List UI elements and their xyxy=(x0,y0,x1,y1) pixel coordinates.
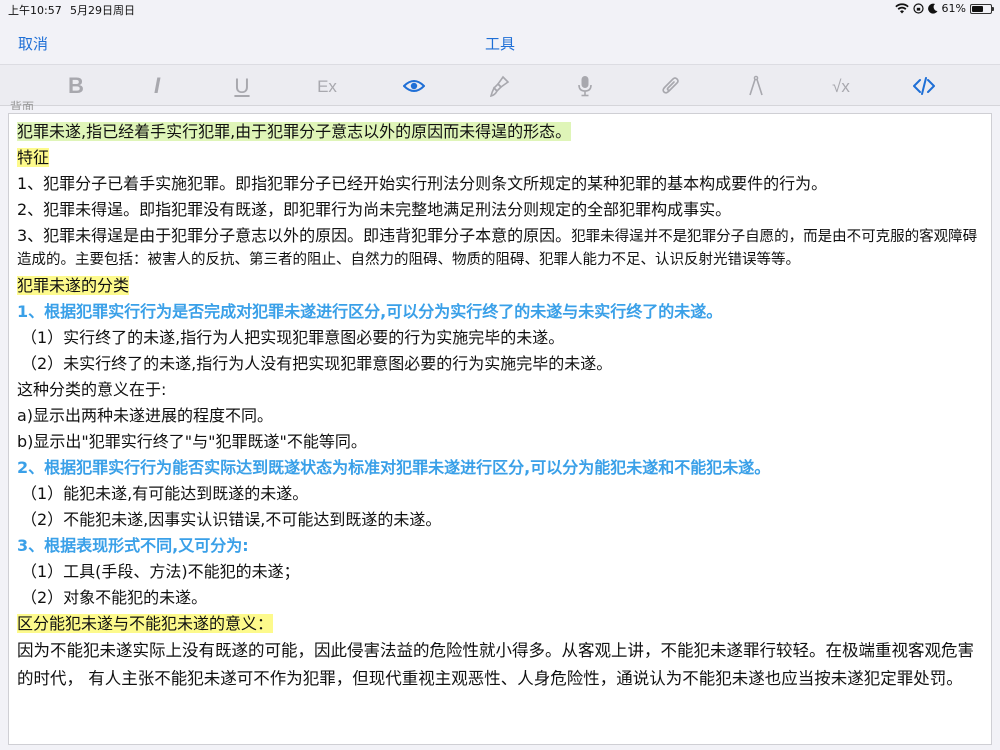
status-bar: 上午10:57 5月29日周日 61% xyxy=(0,0,1000,20)
distinction-paragraph: 因为不能犯未遂实际上没有既遂的可能，因此侵害法益的危险性就小得多。从客观上讲，不… xyxy=(17,641,974,688)
italic-icon: I xyxy=(153,73,161,98)
format-toolbar: B I U Ex √x xyxy=(0,64,1000,106)
class-2-item-2: （2）不能犯未遂,因事实认识错误,不可能达到既遂的未遂。 xyxy=(21,510,442,529)
status-time: 上午10:57 xyxy=(8,4,62,17)
status-date: 5月29日周日 xyxy=(70,4,135,17)
significance-a: a)显示出两种未遂进展的程度不同。 xyxy=(17,406,274,425)
sqrt-icon: √x xyxy=(832,76,850,96)
bold-button[interactable]: B xyxy=(56,71,96,101)
class-2-item-1: （1）能犯未遂,有可能达到既遂的未遂。 xyxy=(21,484,309,503)
class-3-heading: 3、根据表现形式不同,又可分为: xyxy=(17,536,249,555)
preview-button[interactable] xyxy=(394,71,434,101)
class-3-item-2: （2）对象不能犯的未遂。 xyxy=(21,588,208,607)
significance-b: b)显示出"犯罪实行终了"与"犯罪既遂"不能等同。 xyxy=(17,432,367,451)
card-side-label: 背面 xyxy=(10,100,35,110)
battery-icon xyxy=(970,3,994,14)
compass-button[interactable] xyxy=(736,71,776,101)
italic-button[interactable]: I xyxy=(137,71,177,101)
battery-percent: 61% xyxy=(941,2,966,15)
moon-icon xyxy=(927,3,938,14)
clear-format-button[interactable]: Ex xyxy=(307,71,347,101)
features-heading-line: 特征 xyxy=(17,145,983,171)
tools-button[interactable]: 工具 xyxy=(485,35,515,53)
brush-icon xyxy=(490,75,510,97)
attachment-button[interactable] xyxy=(651,71,691,101)
feature-3-lead: 3、犯罪未得逞是由于犯罪分子意志以外的原因。即违背犯罪分子本意的原因。 xyxy=(17,226,572,245)
underline-button[interactable]: U xyxy=(222,71,262,101)
class-1-heading: 1、根据犯罪实行行为是否完成对犯罪未遂进行区分,可以分为实行终了的未遂与未实行终… xyxy=(17,302,723,321)
paperclip-icon xyxy=(662,77,679,94)
microphone-button[interactable] xyxy=(565,71,605,101)
status-indicators: 61% xyxy=(894,2,994,15)
class-3-item-1: （1）工具(手段、方法)不能犯的未遂； xyxy=(21,562,300,581)
distinction-heading-line: 区分能犯未遂与不能犯未遂的意义： xyxy=(17,611,983,637)
math-button[interactable]: √x xyxy=(821,71,861,101)
feature-2: 2、犯罪未得逞。即指犯罪没有既遂，即犯罪行为尚未完整地满足刑法分则规定的全部犯罪… xyxy=(17,200,732,219)
code-button[interactable] xyxy=(904,71,944,101)
underline-icon: U xyxy=(234,74,250,98)
compass-icon xyxy=(749,75,763,96)
cancel-button[interactable]: 取消 xyxy=(18,33,48,54)
definition-text: 犯罪未遂,指已经着手实行犯罪,由于犯罪分子意志以外的原因而未得逞的形态。 xyxy=(17,122,572,141)
classification-heading: 犯罪未遂的分类 xyxy=(17,276,130,295)
microphone-icon xyxy=(578,76,592,97)
definition-line: 犯罪未遂,指已经着手实行犯罪,由于犯罪分子意志以外的原因而未得逞的形态。 xyxy=(17,119,983,145)
feature-1: 1、犯罪分子已着手实施犯罪。即指犯罪分子已经开始实行刑法分则条文所规定的某种犯罪… xyxy=(17,174,828,193)
class-1-item-1: （1）实行终了的未遂,指行为人把实现犯罪意图必要的行为实施完毕的未遂。 xyxy=(21,328,565,347)
lock-rotation-icon xyxy=(912,3,924,14)
eye-icon xyxy=(403,80,425,92)
wifi-icon xyxy=(894,3,909,14)
classification-heading-line: 犯罪未遂的分类 xyxy=(17,273,983,299)
note-editor[interactable]: 犯罪未遂,指已经着手实行犯罪,由于犯罪分子意志以外的原因而未得逞的形态。 特征 … xyxy=(8,113,992,745)
feature-3: 3、犯罪未得逞是由于犯罪分子意志以外的原因。即违背犯罪分子本意的原因。犯罪未得逞… xyxy=(17,225,983,271)
code-icon xyxy=(913,77,935,95)
significance-intro: 这种分类的意义在于: xyxy=(17,380,167,399)
nav-title-row: 工具 xyxy=(0,33,1000,54)
features-heading: 特征 xyxy=(17,148,50,167)
battery-fill xyxy=(972,5,983,12)
class-2-heading: 2、根据犯罪实行行为能否实际达到既遂状态为标准对犯罪未遂进行区分,可以分为能犯未… xyxy=(17,458,771,477)
navigation-bar: 取消 工具 xyxy=(0,20,1000,64)
class-1-item-2: （2）未实行终了的未遂,指行为人没有把实现犯罪意图必要的行为实施完毕的未遂。 xyxy=(21,354,613,373)
distinction-heading: 区分能犯未遂与不能犯未遂的意义： xyxy=(17,614,274,633)
bold-icon: B xyxy=(68,73,84,98)
brush-button[interactable] xyxy=(480,71,520,101)
clear-format-icon: Ex xyxy=(317,76,337,96)
